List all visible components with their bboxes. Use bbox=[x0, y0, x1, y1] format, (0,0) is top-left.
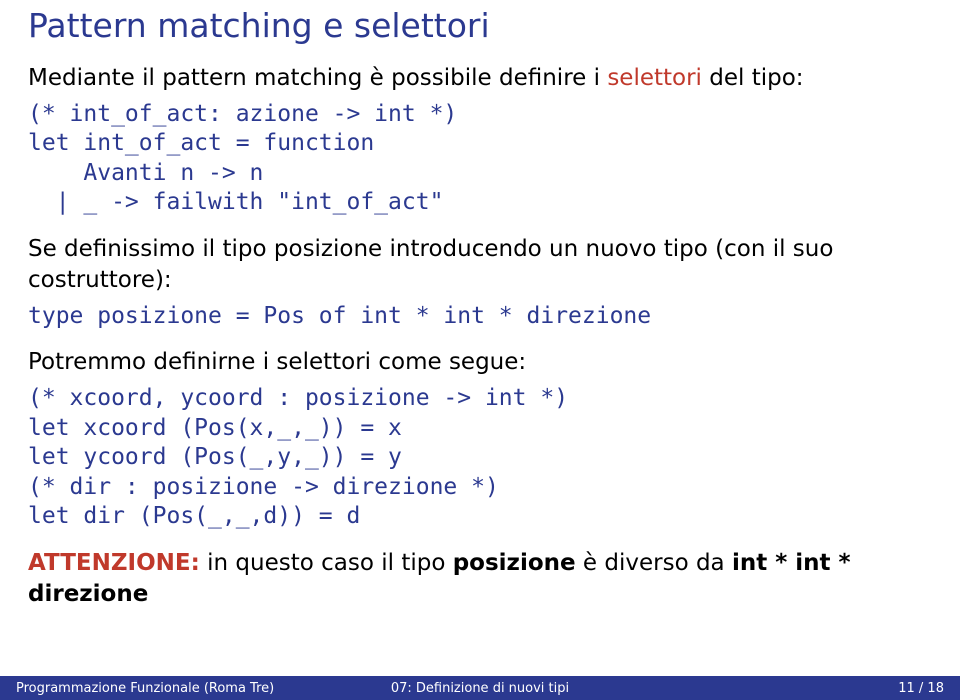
slide-title: Pattern matching e selettori bbox=[28, 0, 932, 63]
para1-b: del tipo: bbox=[702, 65, 804, 91]
attn-mid: è diverso da bbox=[576, 550, 732, 576]
paragraph-3: Potremmo definirne i selettori come segu… bbox=[28, 347, 932, 378]
attention-label: ATTENZIONE: bbox=[28, 550, 200, 576]
para1-highlight: selettori bbox=[607, 65, 702, 91]
para1-a: Mediante il pattern matching è possibile… bbox=[28, 65, 607, 91]
paragraph-1: Mediante il pattern matching è possibile… bbox=[28, 63, 932, 94]
footer-center: 07: Definizione di nuovi tipi bbox=[325, 681, 634, 696]
footer: Programmazione Funzionale (Roma Tre) 07:… bbox=[0, 676, 960, 700]
slide: Pattern matching e selettori Mediante il… bbox=[0, 0, 960, 700]
footer-right: 11 / 18 bbox=[635, 681, 944, 696]
paragraph-2: Se definissimo il tipo posizione introdu… bbox=[28, 234, 932, 296]
footer-left: Programmazione Funzionale (Roma Tre) bbox=[16, 681, 325, 696]
code-block-2: type posizione = Pos of int * int * dire… bbox=[28, 302, 932, 331]
attn-a: in questo caso il tipo bbox=[200, 550, 453, 576]
code-block-3: (* xcoord, ycoord : posizione -> int *) … bbox=[28, 384, 932, 531]
code-block-1: (* int_of_act: azione -> int *) let int_… bbox=[28, 100, 932, 218]
attention-paragraph: ATTENZIONE: in questo caso il tipo posiz… bbox=[28, 548, 932, 610]
attn-bold-1: posizione bbox=[453, 550, 576, 576]
